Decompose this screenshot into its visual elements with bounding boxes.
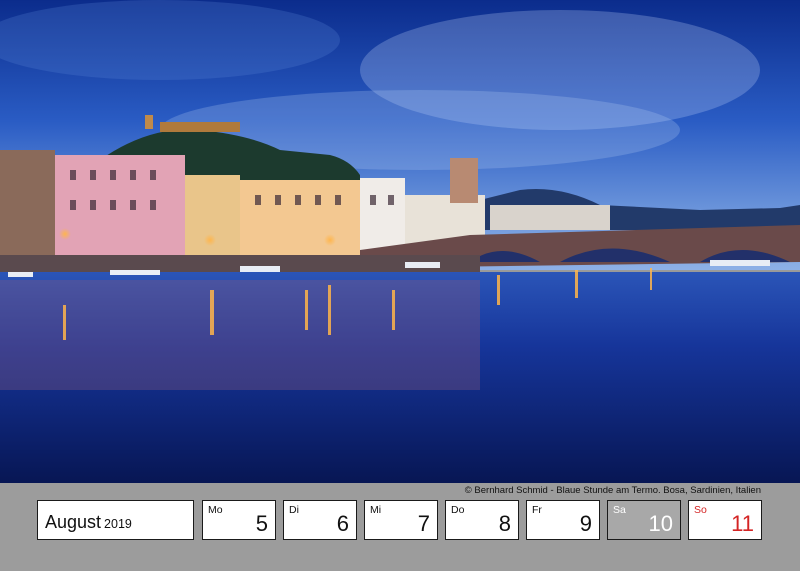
landscape-illustration bbox=[0, 0, 800, 483]
month-label-box: August 2019 bbox=[37, 500, 194, 540]
day-number: 8 bbox=[498, 511, 511, 536]
day-number: 5 bbox=[255, 511, 268, 536]
day-abbr: Mo bbox=[208, 504, 223, 516]
day-cell-friday: Fr 9 bbox=[526, 500, 600, 540]
day-abbr: Di bbox=[289, 504, 299, 516]
day-abbr: Mi bbox=[370, 504, 382, 516]
day-cell-wednesday: Mi 7 bbox=[364, 500, 438, 540]
bosa-photo bbox=[0, 0, 800, 483]
day-cell-thursday: Do 8 bbox=[445, 500, 519, 540]
day-number: 9 bbox=[579, 511, 592, 536]
day-cell-saturday: Sa 10 bbox=[607, 500, 681, 540]
day-abbr: Fr bbox=[532, 504, 542, 516]
day-cell-sunday: So 11 bbox=[688, 500, 762, 540]
day-cell-tuesday: Di 6 bbox=[283, 500, 357, 540]
day-abbr: Sa bbox=[613, 504, 626, 516]
photo-credit: © Bernhard Schmid - Blaue Stunde am Term… bbox=[464, 485, 761, 496]
month-name: August bbox=[45, 512, 102, 532]
day-number: 10 bbox=[648, 511, 673, 536]
day-abbr: Do bbox=[451, 504, 465, 516]
calendar-strip: © Bernhard Schmid - Blaue Stunde am Term… bbox=[0, 483, 800, 571]
day-number: 7 bbox=[417, 511, 430, 536]
day-cell-monday: Mo 5 bbox=[202, 500, 276, 540]
month-year: 2019 bbox=[104, 517, 132, 531]
day-number: 11 bbox=[731, 511, 754, 536]
day-number: 6 bbox=[336, 511, 349, 536]
calendar-page: © Bernhard Schmid - Blaue Stunde am Term… bbox=[0, 0, 800, 571]
day-abbr: So bbox=[694, 504, 707, 516]
